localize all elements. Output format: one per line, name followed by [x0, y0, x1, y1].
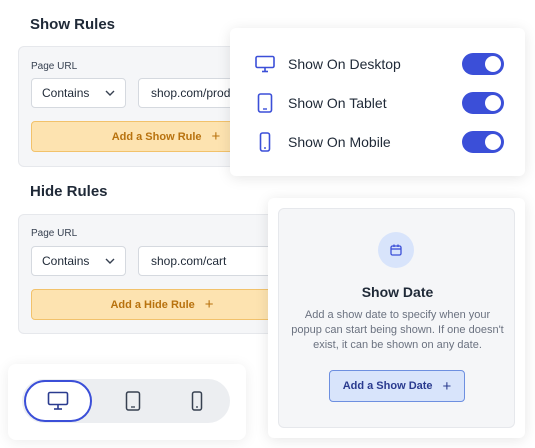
show-rules-match-value: Contains	[42, 86, 90, 100]
tablet-icon	[125, 391, 141, 411]
desktop-icon	[254, 54, 276, 74]
show-rules-field-label: Page URL	[31, 61, 78, 72]
hide-rules-match-value: Contains	[42, 254, 90, 268]
device-visibility-card: Show On Desktop Show On Tablet Show On M…	[230, 28, 525, 176]
device-switcher-card	[8, 364, 246, 440]
device-switcher	[22, 379, 230, 423]
device-row-tablet: Show On Tablet	[254, 92, 504, 114]
tablet-icon	[254, 93, 276, 113]
hide-rules-url-input[interactable]: shop.com/cart	[138, 246, 288, 276]
hide-rules-title: Hide Rules	[30, 183, 108, 200]
switcher-mobile-option[interactable]	[172, 380, 222, 422]
show-date-description: Add a show date to specify when your pop…	[291, 309, 504, 351]
switcher-desktop-option[interactable]	[24, 380, 92, 422]
add-hide-rule-label: Add a Hide Rule	[110, 298, 195, 311]
toggle-knob	[485, 134, 501, 150]
plus-icon: +	[442, 377, 452, 395]
show-date-panel: Show Date Add a show date to specify whe…	[278, 208, 515, 428]
mobile-toggle[interactable]	[462, 131, 504, 153]
chevron-down-icon	[105, 90, 115, 96]
show-rules-match-select[interactable]: Contains	[31, 78, 126, 108]
mobile-icon	[191, 391, 203, 411]
plus-icon: +	[204, 296, 214, 313]
add-show-rule-label: Add a Show Rule	[111, 130, 202, 143]
device-row-mobile: Show On Mobile	[254, 131, 504, 153]
device-row-desktop: Show On Desktop	[254, 53, 504, 75]
switcher-tablet-option[interactable]	[108, 380, 158, 422]
add-show-date-label: Add a Show Date	[342, 380, 433, 392]
toggle-knob	[485, 56, 501, 72]
desktop-icon	[47, 391, 69, 410]
calendar-icon	[378, 232, 414, 268]
desktop-toggle[interactable]	[462, 53, 504, 75]
add-show-date-button[interactable]: Add a Show Date +	[329, 370, 465, 402]
hide-rules-field-label: Page URL	[31, 228, 78, 239]
show-date-title: Show Date	[361, 284, 434, 300]
device-label-mobile: Show On Mobile	[288, 134, 391, 150]
show-date-card: Show Date Add a show date to specify whe…	[268, 198, 525, 438]
toggle-knob	[485, 95, 501, 111]
mobile-icon	[254, 132, 276, 152]
hide-rules-match-select[interactable]: Contains	[31, 246, 126, 276]
hide-rules-panel: Page URL Contains shop.com/cart Add a Hi…	[18, 214, 293, 334]
tablet-toggle[interactable]	[462, 92, 504, 114]
device-label-desktop: Show On Desktop	[288, 56, 401, 72]
chevron-down-icon	[105, 258, 115, 264]
add-hide-rule-button[interactable]: Add a Hide Rule +	[31, 289, 293, 320]
show-rules-title: Show Rules	[30, 16, 116, 33]
plus-icon: +	[211, 128, 221, 145]
device-label-tablet: Show On Tablet	[288, 95, 387, 111]
